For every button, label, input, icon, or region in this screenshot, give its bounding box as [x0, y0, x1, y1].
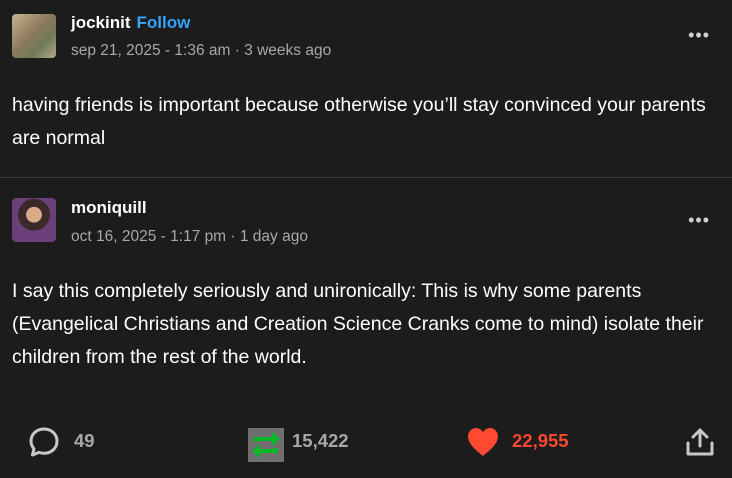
- avatar-jockinit[interactable]: [12, 14, 56, 58]
- username-jockinit[interactable]: jockinit: [71, 13, 131, 32]
- reblog-arrows-icon[interactable]: [248, 428, 284, 462]
- more-options-icon[interactable]: •••: [688, 210, 710, 231]
- share-upload-icon[interactable]: [684, 426, 716, 458]
- heart-icon[interactable]: [466, 426, 500, 458]
- follow-button[interactable]: Follow: [137, 13, 191, 32]
- more-options-icon[interactable]: •••: [688, 25, 710, 46]
- speech-bubble-icon[interactable]: [28, 426, 60, 458]
- like-count: 22,955: [512, 430, 569, 451]
- reblog-count: 15,422: [292, 430, 349, 451]
- original-post: jockinit Follow sep 21, 2025 - 1:36 am · …: [0, 0, 732, 178]
- reply-count: 49: [74, 430, 95, 451]
- post-body-text: having friends is important because othe…: [12, 94, 706, 149]
- username-moniquill[interactable]: moniquill: [71, 198, 147, 218]
- avatar-moniquill[interactable]: [12, 198, 56, 242]
- post-header: jockinit Follow: [71, 13, 190, 33]
- post-body-text: I say this completely seriously and unir…: [12, 280, 704, 368]
- post-timestamp[interactable]: oct 16, 2025 - 1:17 pm · 1 day ago: [71, 228, 308, 246]
- post-footer: 49 15,422 22,955: [0, 418, 732, 470]
- post-timestamp[interactable]: sep 21, 2025 - 1:36 am · 3 weeks ago: [71, 42, 331, 60]
